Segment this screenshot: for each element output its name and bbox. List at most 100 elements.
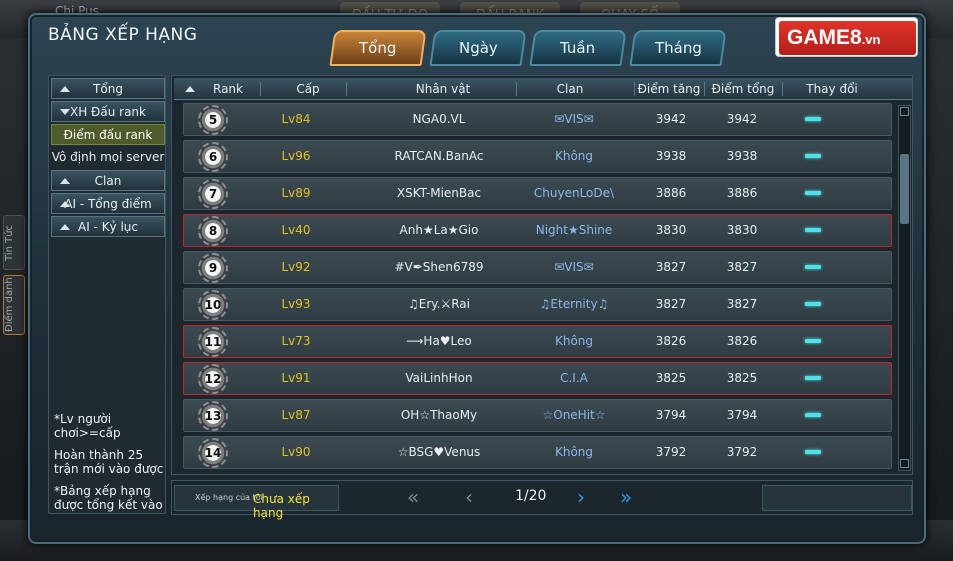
no-change-icon [805,228,821,232]
table-row[interactable]: 9 Lv92 #V✒Shen6789 ✉VIS✉ 3827 3827 [183,251,892,284]
scroll-down-icon[interactable] [900,459,909,468]
level-cell: Lv89 [281,186,311,200]
game8-logo: GAME8.vn [775,17,918,57]
character-cell: VaiLinhHon [405,371,473,385]
no-change-icon [805,154,821,158]
level-cell: Lv87 [281,408,311,422]
col-clan: Clan [556,82,584,96]
col-change: Thay đổi [806,82,858,96]
menu-item-ai-total[interactable]: AI - Tổng điểm [51,193,165,214]
page-indicator: 1/20 [515,488,547,504]
level-cell: Lv73 [281,334,311,348]
points-total-cell: 3794 [726,408,758,422]
table-row[interactable]: 8 Lv40 Anh★La★Gio Night★Shine 3830 3830 [183,214,892,247]
page-title: BẢNG XẾP HẠNG [48,25,198,45]
tab-total[interactable]: Tổng [329,30,427,66]
rank-badge: 7 [198,179,228,209]
prev-page-icon[interactable]: ‹ [465,486,473,508]
character-cell: RATCAN.BanAc [394,149,484,163]
clan-cell: Không [554,445,594,459]
table-row[interactable]: 14 Lv90 ☆BSG♥Venus Không 3792 3792 [183,436,892,469]
clan-cell: C.I.A [560,371,588,385]
table-row[interactable]: 13 Lv87 OH☆ThaoMy ☆OneHit☆ 3794 3794 [183,399,892,432]
character-cell: NGA0.VL [412,112,466,126]
table-row[interactable]: 5 Lv84 NGA0.VL ✉VIS✉ 3942 3942 [183,103,892,136]
character-cell: Anh★La★Gio [399,223,479,237]
rank-badge: 8 [198,216,228,246]
character-cell: ⟶Ha♥Leo [406,334,472,348]
tab-week[interactable]: Tuần [529,30,627,66]
no-change-icon [805,339,821,343]
points-total-cell: 3792 [726,445,758,459]
scroll-up-icon[interactable] [900,107,909,116]
footer-info-box [762,485,912,511]
menu-item-ai-record[interactable]: AI - Kỷ lục [51,216,165,237]
no-change-icon [805,413,821,417]
clan-cell: ♫Eternity♫ [539,297,609,311]
menu-item-rank-fight[interactable]: XH Đấu rank [51,101,165,122]
clan-cell: ✉VIS✉ [554,260,594,274]
character-cell: XSKT-MienBac [396,186,482,200]
my-rank-value: Chưa xếp hạng [253,492,310,520]
character-cell: #V✒Shen6789 [394,260,484,274]
col-rank: Rank [213,82,243,96]
scroll-thumb[interactable] [900,154,909,224]
tab-month[interactable]: Tháng [629,30,727,66]
points-gain-cell: 3886 [655,186,687,200]
level-cell: Lv92 [281,260,311,274]
table-header: Rank Cấp Nhân vật Clan Điểm tăng Điểm tổ… [174,78,912,100]
rank-badge: 14 [198,438,228,468]
clan-cell: Không [554,334,594,348]
level-cell: Lv91 [281,371,311,385]
rank-badge: 13 [198,401,228,431]
table-row[interactable]: 7 Lv89 XSKT-MienBac ChuyenLoDe\ 3886 3886 [183,177,892,210]
points-total-cell: 3942 [726,112,758,126]
character-cell: ♫Ery.⚔Rai [408,297,470,311]
menu-item-all-server-champion[interactable]: Vô định mọi server [51,147,165,168]
points-total-cell: 3827 [726,260,758,274]
level-cell: Lv84 [281,112,311,126]
table-footer: Xếp hạng của tôi Chưa xếp hạng « ‹ 1/20 … [171,480,913,520]
rank-badge: 11 [198,327,228,357]
points-gain-cell: 3830 [655,223,687,237]
table-scrollbar[interactable] [898,105,911,471]
triangle-up-icon [60,178,70,184]
col-points-total: Điểm tổng [711,82,775,96]
points-total-cell: 3827 [726,297,758,311]
clan-cell: Night★Shine [535,223,613,237]
col-points-gain: Điểm tăng [637,82,701,96]
table-row[interactable]: 6 Lv96 RATCAN.BanAc Không 3938 3938 [183,140,892,173]
side-tab-news: Tin Tức [3,215,25,270]
points-gain-cell: 3794 [655,408,687,422]
points-gain-cell: 3827 [655,297,687,311]
sort-triangle-icon[interactable] [185,86,195,92]
points-total-cell: 3830 [726,223,758,237]
triangle-up-icon [60,224,70,230]
menu-item-total[interactable]: Tổng [51,78,165,99]
no-change-icon [805,265,821,269]
table-row[interactable]: 11 Lv73 ⟶Ha♥Leo Không 3826 3826 [183,325,892,358]
points-total-cell: 3886 [726,186,758,200]
clan-cell: ✉VIS✉ [554,112,594,126]
points-gain-cell: 3827 [655,260,687,274]
points-total-cell: 3826 [726,334,758,348]
last-page-icon[interactable]: » [620,486,632,508]
menu-item-rank-points[interactable]: Điểm đấu rank [51,124,165,145]
table-row[interactable]: 12 Lv91 VaiLinhHon C.I.A 3825 3825 [183,362,892,395]
no-change-icon [805,450,821,454]
clan-cell: ChuyenLoDe\ [533,186,615,200]
first-page-icon[interactable]: « [407,486,419,508]
points-gain-cell: 3942 [655,112,687,126]
no-change-icon [805,376,821,380]
triangle-up-icon [60,86,70,92]
tab-day[interactable]: Ngày [429,30,527,66]
side-tab-attendance: Điểm danh [3,275,25,335]
clan-cell: Không [554,149,594,163]
table-row[interactable]: 10 Lv93 ♫Ery.⚔Rai ♫Eternity♫ 3827 3827 [183,288,892,321]
no-change-icon [805,302,821,306]
next-page-icon[interactable]: › [577,486,585,508]
menu-item-clan[interactable]: Clan [51,170,165,191]
col-level: Cấp [296,82,320,96]
points-gain-cell: 3938 [655,149,687,163]
level-cell: Lv90 [281,445,311,459]
